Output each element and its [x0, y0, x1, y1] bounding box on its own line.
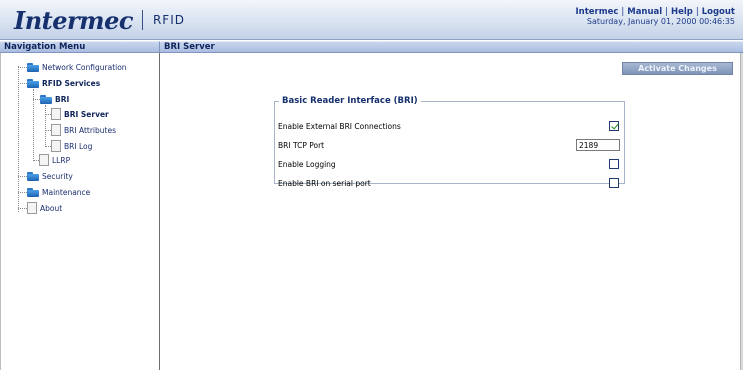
- folder-icon: [27, 187, 40, 197]
- link-separator: |: [621, 7, 625, 17]
- nav-item-bri[interactable]: BRI: [40, 93, 69, 105]
- manual-link[interactable]: Manual: [627, 7, 662, 17]
- enable-logging-row: Enable Logging: [275, 156, 624, 174]
- nav-item-label: BRI Server: [64, 109, 109, 119]
- bri-tcp-port-row: BRI TCP Port: [275, 137, 624, 155]
- tree-line: [45, 105, 46, 147]
- nav-item-label: BRI Attributes: [64, 125, 116, 135]
- activate-changes-button[interactable]: Activate Changes: [622, 62, 733, 75]
- enable-bri-serial-row: Enable BRI on serial port: [275, 175, 624, 193]
- page-icon: [51, 108, 61, 120]
- nav-title-bar: Navigation Menu: [0, 41, 160, 53]
- tree-line: [18, 66, 19, 212]
- logout-link[interactable]: Logout: [702, 7, 735, 17]
- bri-group-legend: Basic Reader Interface (BRI): [282, 96, 418, 106]
- nav-item-label: About: [40, 203, 63, 213]
- nav-item-maintenance[interactable]: Maintenance: [27, 186, 90, 198]
- tree-line: [18, 208, 27, 209]
- nav-item-about[interactable]: About: [27, 202, 62, 214]
- tree-line: [33, 99, 40, 100]
- enable-bri-serial-checkbox[interactable]: [609, 178, 619, 188]
- folder-icon: [27, 62, 40, 72]
- logo-product: RFID: [152, 13, 185, 27]
- nav-item-label: BRI Log: [64, 141, 93, 151]
- intermec-logo: Intermec RFID: [14, 5, 185, 35]
- tree-line: [18, 192, 27, 193]
- nav-item-label: Maintenance: [42, 187, 91, 197]
- nav-item-network-configuration[interactable]: Network Configuration: [27, 61, 127, 73]
- bri-tcp-port-input[interactable]: [576, 139, 620, 151]
- enable-logging-label: Enable Logging: [278, 160, 336, 169]
- bri-settings-group: Basic Reader Interface (BRI) Enable Exte…: [274, 96, 625, 188]
- tree-line: [18, 67, 27, 68]
- nav-item-bri-log[interactable]: BRI Log: [51, 140, 92, 152]
- header-links: Intermec | Manual | Help | Logout Saturd…: [576, 7, 735, 27]
- tree-line: [18, 83, 27, 84]
- nav-item-rfid-services[interactable]: RFID Services: [27, 77, 100, 89]
- nav-item-label: LLRP: [52, 155, 71, 165]
- bri-tcp-port-label: BRI TCP Port: [278, 141, 325, 150]
- nav-item-label: BRI: [55, 94, 70, 104]
- folder-icon: [27, 171, 40, 181]
- page-icon: [39, 154, 49, 166]
- folder-icon: [40, 94, 53, 104]
- header-banner: Intermec RFID Intermec | Manual | Help |…: [0, 0, 743, 40]
- navigation-menu: Network Configuration RFID Services BRI …: [0, 53, 160, 370]
- page-icon: [27, 202, 37, 214]
- enable-external-bri-checkbox[interactable]: [609, 121, 619, 131]
- intermec-link[interactable]: Intermec: [576, 7, 619, 17]
- nav-item-security[interactable]: Security: [27, 170, 73, 182]
- main-content: Activate Changes Basic Reader Interface …: [161, 53, 743, 370]
- nav-item-label: Network Configuration: [42, 62, 127, 72]
- enable-logging-checkbox[interactable]: [609, 159, 619, 169]
- help-link[interactable]: Help: [671, 7, 693, 17]
- page-icon: [51, 140, 61, 152]
- logo-brand: Intermec: [14, 5, 133, 35]
- tree-line: [18, 176, 27, 177]
- nav-item-bri-attributes[interactable]: BRI Attributes: [51, 124, 116, 136]
- page-title: BRI Server: [160, 41, 743, 53]
- link-separator: |: [695, 7, 699, 17]
- nav-item-label: Security: [42, 171, 73, 181]
- nav-item-label: RFID Services: [42, 78, 101, 88]
- nav-item-bri-server[interactable]: BRI Server: [51, 108, 109, 120]
- datetime-display: Saturday, January 01, 2000 00:46:35: [586, 17, 735, 26]
- link-separator: |: [665, 7, 669, 17]
- nav-item-llrp[interactable]: LLRP: [39, 154, 70, 166]
- page-icon: [51, 124, 61, 136]
- enable-external-bri-row: Enable External BRI Connections: [275, 118, 624, 136]
- folder-icon: [27, 78, 40, 88]
- enable-external-bri-label: Enable External BRI Connections: [278, 122, 401, 131]
- enable-bri-serial-label: Enable BRI on serial port: [278, 179, 371, 188]
- logo-divider: [141, 10, 143, 30]
